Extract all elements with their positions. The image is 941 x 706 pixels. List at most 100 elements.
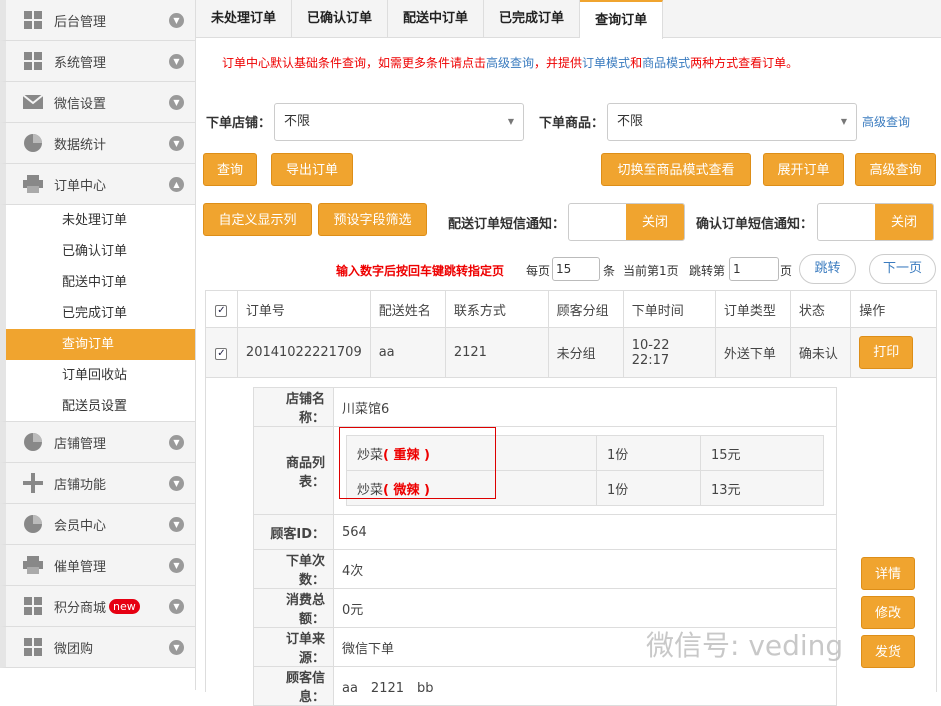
per-page-input[interactable]: 15	[552, 257, 600, 281]
tab-confirmed[interactable]: 已确认订单	[292, 0, 389, 37]
notice-part: 订单中心默认基础条件查询，如需更多条件请点击	[222, 56, 487, 70]
sidebar-item-query[interactable]: 查询订单	[0, 329, 195, 360]
table-row: ✓ 20141022221709 aa 2121 未分组 10-22 22:17…	[205, 327, 937, 378]
menu-points-mall[interactable]: 积分商城 new ▼	[0, 586, 195, 627]
switch-mode-button[interactable]: 切换至商品模式查看	[601, 153, 751, 186]
pie-icon	[23, 133, 43, 153]
advanced-query-link[interactable]: 高级查询	[486, 56, 534, 70]
jump-button[interactable]: 跳转	[799, 254, 856, 284]
expand-orders-button[interactable]: 展开订单	[763, 153, 844, 186]
delivery-sms-toggle[interactable]: 关闭	[568, 203, 685, 241]
menu-label: 数据统计	[54, 137, 107, 153]
menu-store-func[interactable]: 店铺功能 ▼	[0, 463, 195, 504]
customer-info-key: 顾客信息：	[253, 666, 334, 706]
chevron-down-icon: ▼	[169, 13, 184, 28]
chevron-down-icon: ▼	[169, 435, 184, 450]
watermark-text: 微信号: veding	[646, 629, 844, 662]
chevron-down-icon: ▼	[169, 640, 184, 655]
per-page-label: 每页	[526, 264, 551, 278]
goods-price: 13元	[700, 470, 824, 506]
menu-label: 店铺管理	[54, 436, 107, 452]
plus-icon	[23, 473, 43, 493]
notice-text: 订单中心默认基础条件查询，如需更多条件请点击高级查询，并提供订单模式和商品模式两…	[222, 54, 798, 71]
sidebar-item-unprocessed[interactable]: 未处理订单	[0, 205, 195, 236]
customer-id-value: 564	[333, 514, 837, 550]
col-action: 操作	[850, 290, 937, 328]
tab-bar: 未处理订单 已确认订单 配送中订单 已完成订单 查询订单	[196, 0, 941, 39]
chevron-down-icon: ▼	[840, 117, 847, 126]
chevron-down-icon: ▼	[169, 95, 184, 110]
select-all-cell: ✓	[205, 290, 238, 328]
menu-orders[interactable]: 订单中心 ▲	[0, 164, 195, 205]
chevron-down-icon: ▼	[169, 54, 184, 69]
sidebar-item-courier[interactable]: 配送员设置	[0, 391, 195, 422]
ship-button[interactable]: 发货	[861, 635, 915, 668]
grid-icon	[23, 51, 43, 71]
customer-info-value: aa 2121 bb	[333, 666, 837, 706]
sidebar: 后台管理 ▼ 系统管理 ▼ 微信设置 ▼ 数据统计 ▼ 订单中心 ▲ 未处理订单 已确认订…	[0, 0, 196, 690]
main-panel: 未处理订单 已确认订单 配送中订单 已完成订单 查询订单 订单中心默认基础条件查…	[196, 0, 941, 706]
print-button[interactable]: 打印	[859, 336, 914, 369]
menu-label: 会员中心	[54, 518, 107, 534]
detail-button[interactable]: 详情	[861, 557, 915, 590]
modify-button[interactable]: 修改	[861, 596, 915, 629]
select-all-checkbox[interactable]: ✓	[215, 304, 228, 317]
goods-select-value: 不限	[617, 114, 644, 129]
export-button[interactable]: 导出订单	[271, 153, 353, 186]
col-name: 配送姓名	[369, 290, 446, 328]
wechat-watermark: 微信号: veding	[646, 624, 843, 664]
sidebar-item-delivering[interactable]: 配送中订单	[0, 267, 195, 298]
goods-highlight-box	[339, 427, 496, 499]
next-page-button[interactable]: 下一页	[869, 254, 936, 284]
preset-filter-button[interactable]: 预设字段筛选	[318, 203, 427, 236]
row-checkbox[interactable]: ✓	[215, 348, 228, 360]
custom-columns-button[interactable]: 自定义显示列	[203, 203, 312, 236]
order-count-key: 下单次数：	[253, 549, 334, 589]
tab-unprocessed[interactable]: 未处理订单	[196, 0, 293, 37]
menu-label: 店铺功能	[54, 477, 107, 493]
confirm-sms-toggle[interactable]: 关闭	[817, 203, 934, 241]
menu-label: 订单中心	[54, 178, 107, 194]
query-button[interactable]: 查询	[203, 153, 257, 186]
sidebar-item-confirmed[interactable]: 已确认订单	[0, 236, 195, 267]
menu-label: 微信设置	[54, 96, 107, 112]
mail-icon	[23, 92, 43, 112]
menu-wechat[interactable]: 微信设置 ▼	[0, 82, 195, 123]
sidebar-item-completed[interactable]: 已完成订单	[0, 298, 195, 329]
goods-select[interactable]: 不限 ▼	[607, 103, 857, 141]
chevron-up-icon: ▲	[169, 177, 184, 192]
menu-stats[interactable]: 数据统计 ▼	[0, 123, 195, 164]
goods-price: 15元	[700, 435, 824, 471]
notice-part: 两种方式查看订单。	[690, 56, 799, 70]
menu-reminder[interactable]: 催单管理 ▼	[0, 545, 195, 586]
menu-system[interactable]: 系统管理 ▼	[0, 41, 195, 82]
col-time: 下单时间	[622, 290, 716, 328]
store-select[interactable]: 不限 ▼	[274, 103, 524, 141]
per-page-unit: 条	[603, 264, 616, 278]
grid-icon	[23, 10, 43, 30]
menu-group-buy[interactable]: 微团购 ▼	[0, 627, 195, 668]
goods-qty: 1份	[596, 470, 701, 506]
col-group: 顾客分组	[547, 290, 624, 328]
store-filter-label: 下单店铺：	[206, 116, 272, 131]
menu-store[interactable]: 店铺管理 ▼	[0, 422, 195, 463]
order-mode-link: 订单模式	[582, 56, 631, 70]
store-select-value: 不限	[284, 114, 311, 129]
sidebar-item-recycle[interactable]: 订单回收站	[0, 360, 195, 391]
goods-filter-label: 下单商品：	[539, 116, 605, 131]
col-type: 订单类型	[714, 290, 791, 328]
menu-member[interactable]: 会员中心 ▼	[0, 504, 195, 545]
new-badge: new	[109, 598, 140, 614]
advanced-query-link[interactable]: 高级查询	[862, 113, 910, 130]
tab-query[interactable]: 查询订单	[580, 0, 664, 39]
order-count-value: 4次	[333, 549, 837, 589]
toggle-state: 关闭	[626, 204, 684, 240]
confirm-sms-label: 确认订单短信通知：	[696, 217, 814, 232]
advanced-query-button[interactable]: 高级查询	[855, 153, 936, 186]
menu-backend[interactable]: 后台管理 ▼	[0, 0, 195, 41]
tab-completed[interactable]: 已完成订单	[484, 0, 581, 37]
menu-label: 微团购	[54, 641, 94, 657]
table-header-row: ✓ 订单号 配送姓名 联系方式 顾客分组 下单时间 订单类型 状态 操作	[205, 290, 937, 328]
jump-page-input[interactable]: 1	[729, 257, 779, 281]
tab-delivering[interactable]: 配送中订单	[388, 0, 485, 37]
